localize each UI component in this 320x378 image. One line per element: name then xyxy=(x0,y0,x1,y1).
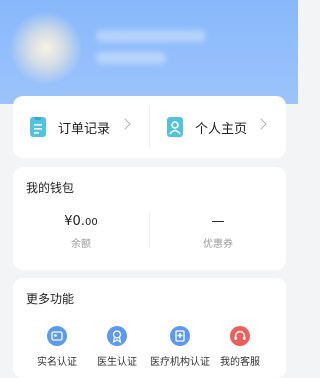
id-card-icon xyxy=(47,326,67,346)
customer-service-label: 我的客服 xyxy=(220,357,260,368)
person-icon xyxy=(167,117,183,137)
chevron-right-icon xyxy=(119,118,131,130)
coupons-value: — xyxy=(211,214,225,229)
blurred-username xyxy=(96,30,206,42)
real-name-verification-label: 实名认证 xyxy=(37,357,77,368)
medical-institution-verification-item[interactable]: 医疗机构认证 xyxy=(150,326,210,368)
clipboard-icon xyxy=(30,117,46,137)
quick-links-card: 订单记录 个人主页 xyxy=(13,96,286,158)
order-history-link[interactable]: 订单记录 xyxy=(13,96,150,158)
doctor-verification-item[interactable]: 医生认证 xyxy=(87,326,147,368)
hospital-icon xyxy=(170,326,190,346)
headset-icon xyxy=(230,326,250,346)
wallet-card: 我的钱包 ¥0.00 余额 — 优惠券 xyxy=(13,167,286,270)
personal-page-label: 个人主页 xyxy=(195,122,248,137)
profile-header[interactable] xyxy=(0,0,298,104)
balance-value: ¥0.00 xyxy=(64,214,98,229)
more-features-title: 更多功能 xyxy=(26,292,75,306)
customer-service-item[interactable]: 我的客服 xyxy=(210,326,270,368)
medical-institution-verification-label: 医疗机构认证 xyxy=(150,357,210,368)
balance-item[interactable]: ¥0.00 余额 xyxy=(13,214,149,250)
avatar[interactable] xyxy=(10,12,82,84)
personal-page-link[interactable]: 个人主页 xyxy=(150,96,286,158)
doctor-verification-label: 医生认证 xyxy=(97,357,137,368)
blurred-subtitle xyxy=(96,52,166,64)
balance-label: 余额 xyxy=(71,239,91,250)
more-features-card: 更多功能 实名认证 医生认证 医疗机构认证 我的客服 xyxy=(13,278,286,378)
badge-icon xyxy=(107,326,127,346)
coupons-label: 优惠券 xyxy=(203,239,233,250)
coupons-item[interactable]: — 优惠券 xyxy=(150,214,286,250)
wallet-title: 我的钱包 xyxy=(26,181,75,195)
order-history-label: 订单记录 xyxy=(58,122,111,137)
chevron-right-icon xyxy=(255,118,267,130)
real-name-verification-item[interactable]: 实名认证 xyxy=(27,326,87,368)
